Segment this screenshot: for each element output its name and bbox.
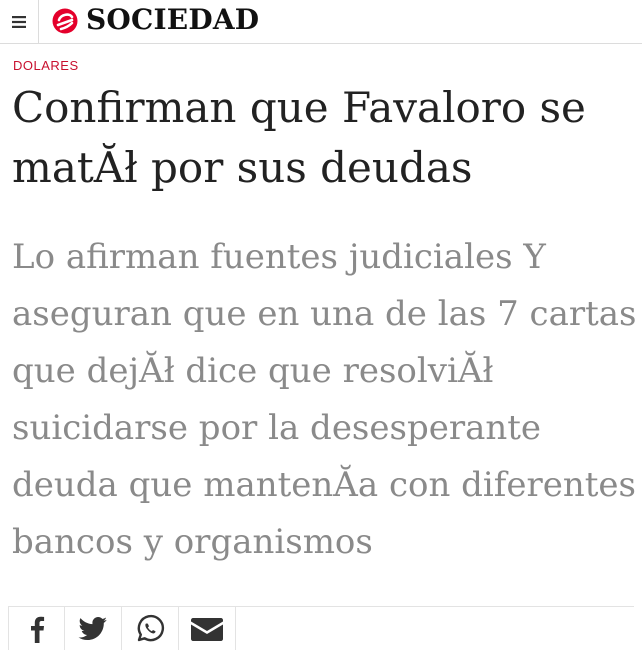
share-whatsapp-button[interactable]: [122, 607, 179, 650]
share-bar: [8, 606, 634, 650]
site-logo-icon[interactable]: [52, 8, 78, 34]
email-icon: [191, 617, 223, 641]
twitter-icon: [78, 616, 107, 640]
article-category[interactable]: DOLARES: [13, 58, 79, 73]
share-email-button[interactable]: [179, 607, 236, 650]
section-title[interactable]: SOCIEDAD: [86, 2, 259, 38]
share-facebook-button[interactable]: [8, 607, 65, 650]
article-subheadline: Lo afirman fuentes judiciales Y aseguran…: [12, 237, 637, 562]
top-bar: SOCIEDAD: [0, 0, 642, 44]
article-headline: Confirman que Favaloro se matĂł por sus …: [12, 83, 586, 192]
share-twitter-button[interactable]: [65, 607, 122, 650]
whatsapp-icon: [137, 614, 165, 641]
menu-button[interactable]: [0, 0, 39, 43]
hamburger-menu-icon: [12, 15, 26, 28]
facebook-icon: [30, 616, 44, 643]
